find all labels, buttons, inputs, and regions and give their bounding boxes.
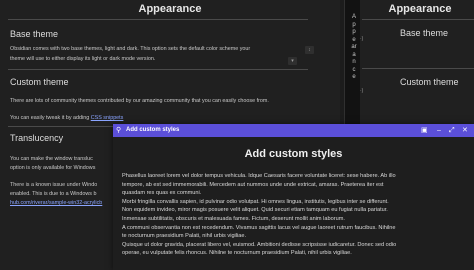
right-custom-theme-heading: Custom theme <box>400 77 459 87</box>
custom-theme-description: There are lots of community themes contr… <box>10 98 269 104</box>
modal-line: te nocturnum praesidium Palati, nihil ur… <box>122 233 247 240</box>
base-theme-description-1: Obsidian comes with two base themes, lig… <box>10 46 251 52</box>
menu-icon[interactable]: ▣ <box>421 124 428 137</box>
base-theme-heading: Base theme <box>10 29 59 39</box>
modal-line: Inmensae subtilitatis, obscuris et males… <box>122 215 345 222</box>
modal-line: A communi observantia non est recedendum… <box>122 224 396 231</box>
translucency-text-1: You can make the window transluc <box>10 156 93 162</box>
base-theme-description-2: theme will use to either display its lig… <box>10 56 156 62</box>
css-snippets-link[interactable]: CSS snippets <box>91 115 124 121</box>
modal-line: Non equidem invideo, miror magis posuere… <box>122 207 388 214</box>
pin-icon[interactable]: ⚲ <box>116 124 121 137</box>
right-panel-title: Appearance <box>388 3 452 15</box>
custom-theme-tweak-text: You can easily tweak it by adding <box>10 115 90 121</box>
translucency-text-3: There is a known issue under Windo <box>10 182 98 188</box>
modal-heading: Add custom styles <box>244 148 343 160</box>
translucency-heading: Translucency <box>10 133 64 143</box>
base-theme-toggle[interactable]: ↕ <box>305 46 314 54</box>
modal-line: Morbi fringilla convallis sapien, id pul… <box>122 198 389 205</box>
close-icon[interactable]: ✕ <box>462 124 468 137</box>
page-title: Appearance <box>138 3 202 15</box>
translucency-link[interactable]: hub.com/riverar/sample-win32-acrylicb <box>10 199 102 208</box>
modal-line: tempore, ab est sed immemorabili. Merced… <box>122 181 384 188</box>
modal-line: quasdam res quas ex communi. <box>122 190 202 197</box>
modal-line: Phasellus laoreet lorem vel dolor tempus… <box>122 173 396 179</box>
divider <box>362 68 474 69</box>
translucency-text-2: option is only available for Windows <box>10 165 96 171</box>
divider <box>8 69 308 70</box>
row-marker: ·) <box>360 36 364 42</box>
divider <box>362 19 474 20</box>
custom-theme-heading: Custom theme <box>10 77 69 87</box>
translucency-text-4: enabled. This is due to a Windows b <box>10 191 97 197</box>
row-marker: ·) <box>360 88 364 94</box>
divider <box>8 19 308 20</box>
modal-body-text: Phasellus laoreet lorem vel dolor tempus… <box>122 172 466 258</box>
modal-line: Quisque ut dolor gravida, placerat liber… <box>122 241 397 248</box>
maximize-icon[interactable]: ⤢ <box>449 124 455 137</box>
right-base-theme-heading: Base theme <box>400 28 449 38</box>
minimize-icon[interactable]: – <box>437 124 441 137</box>
custom-theme-tweak: You can easily tweak it by adding CSS sn… <box>10 114 123 123</box>
vertical-tab-title[interactable]: Appearance <box>351 14 357 82</box>
modal-window-title: Add custom styles <box>126 127 180 133</box>
base-theme-select[interactable]: ▾ <box>288 57 297 65</box>
modal-line: operae, eu vulputate felis rhoncus. Nihi… <box>122 250 352 257</box>
